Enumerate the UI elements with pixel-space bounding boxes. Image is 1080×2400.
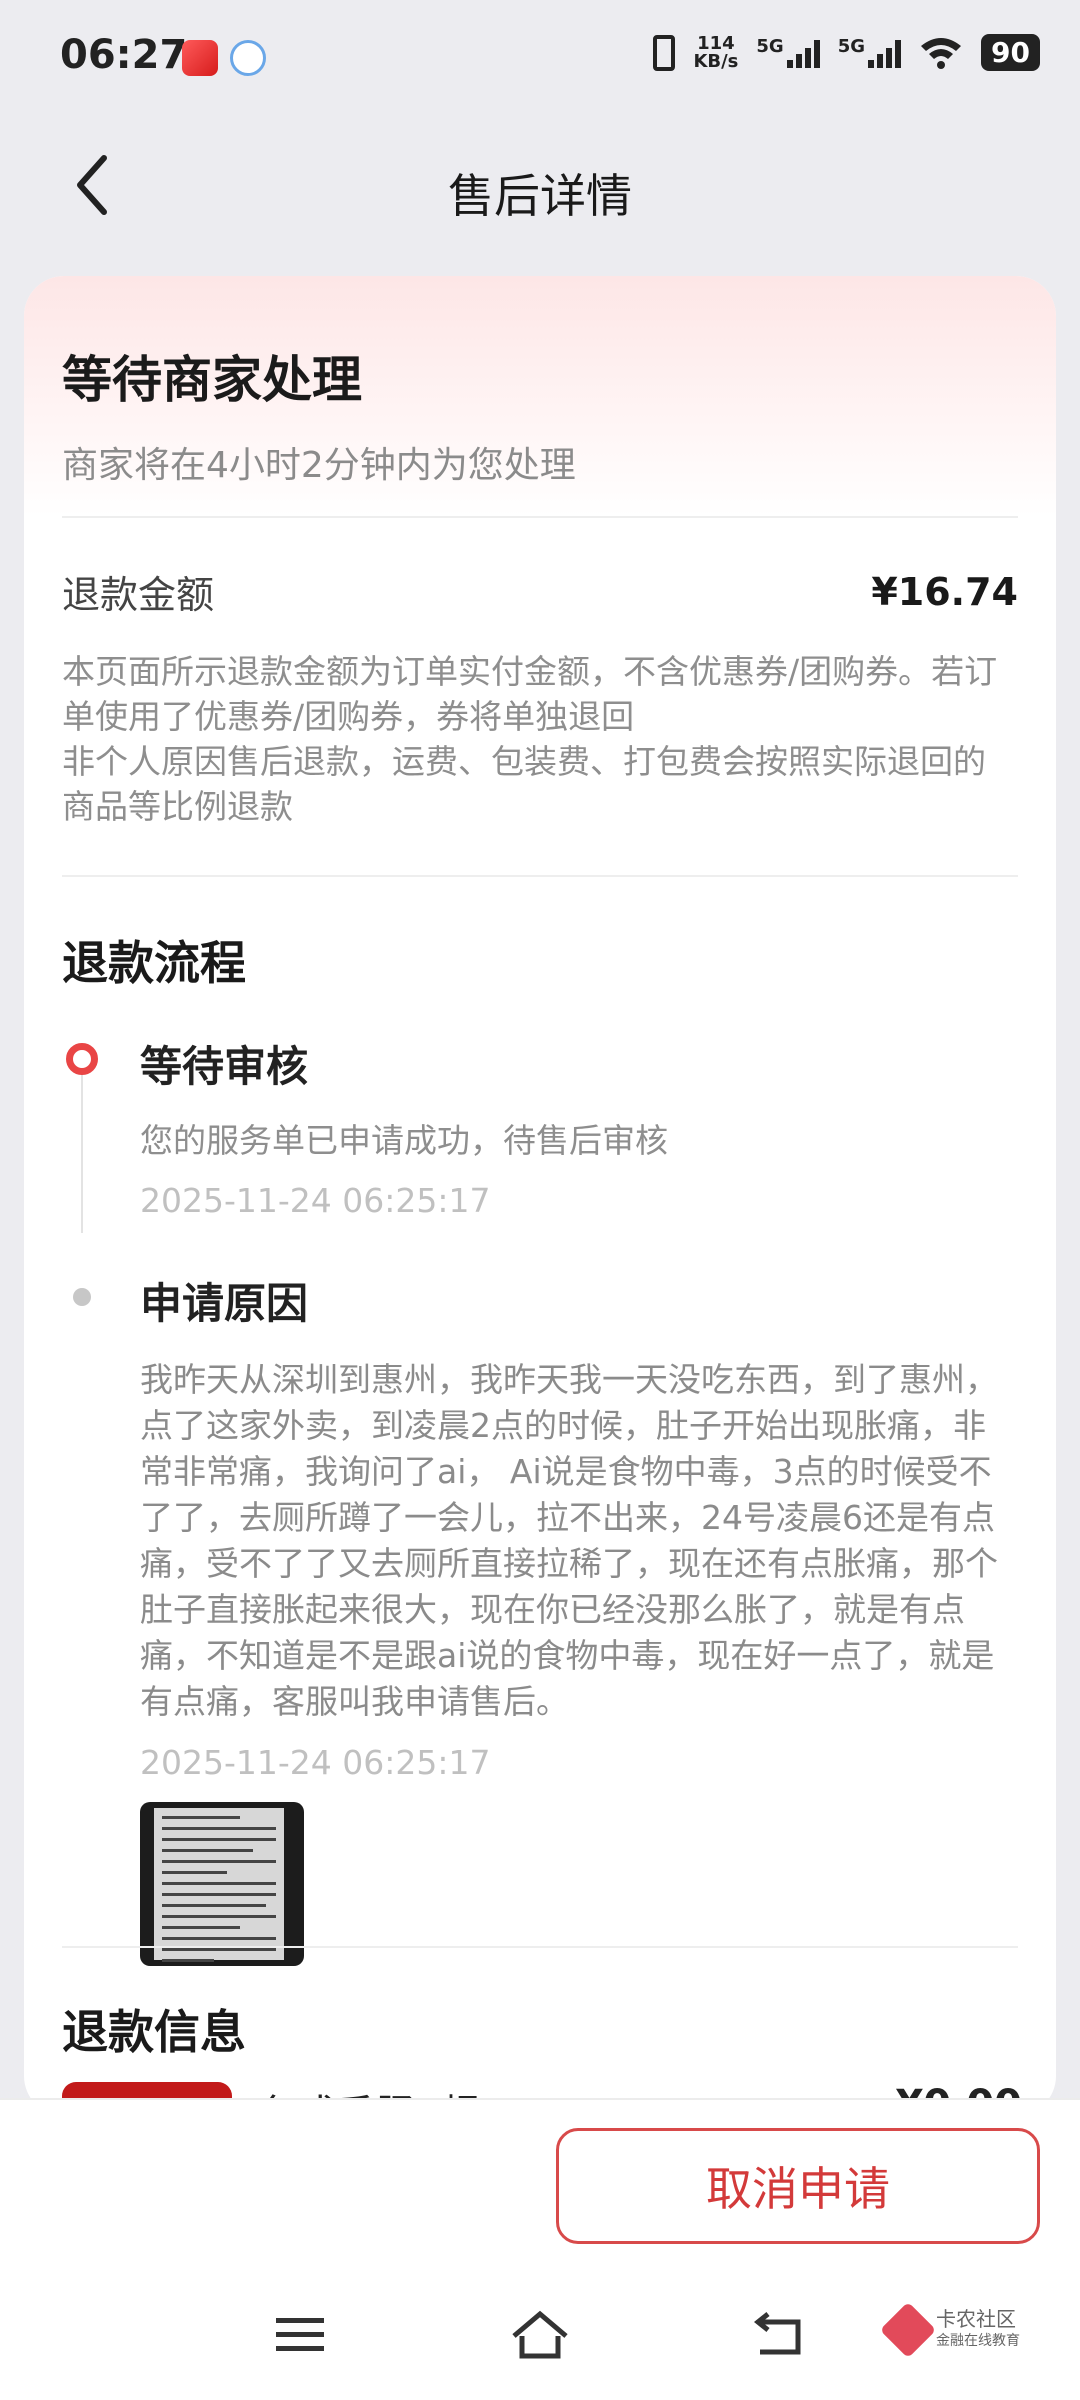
kanong-logo-icon	[879, 2301, 937, 2359]
divider	[62, 1946, 1018, 1948]
refund-info-title: 退款信息	[62, 2005, 246, 2059]
clock: 06:27	[60, 32, 188, 78]
watermark: 卡农社区 金融在线教育	[879, 2301, 1020, 2359]
status-header: 等待商家处理 商家将在4小时2分钟内为您处理	[24, 276, 1056, 516]
reason-text: 我昨天从深圳到惠州，我昨天我一天没吃东西，到了惠州，点了这家外卖，到凌晨2点的时…	[140, 1360, 998, 1721]
vibrate-icon	[653, 34, 676, 71]
page-title: 售后详情	[448, 169, 632, 223]
timeline-step: 申请原因 我昨天从深圳到惠州，我昨天我一天没吃东西，到了惠州，点了这家外卖，到凌…	[62, 1270, 1018, 1966]
sim1-signal-icon: 5G	[756, 37, 820, 68]
status-icons: 114 KB/s 5G 5G 90	[653, 34, 1040, 71]
nav-header: 售后详情	[0, 120, 1080, 250]
app-notification-icon	[182, 40, 218, 76]
cancel-request-button[interactable]: 取消申请	[556, 2128, 1040, 2244]
active-step-dot-icon	[66, 1043, 98, 1075]
wifi-icon	[921, 37, 962, 69]
status-subtitle: 商家将在4小时2分钟内为您处理	[62, 445, 576, 486]
evidence-image[interactable]	[140, 1802, 304, 1966]
back-icon[interactable]	[750, 2310, 810, 2360]
status-bar: 06:27 114 KB/s 5G 5G 90	[0, 0, 1080, 120]
watermark-line1: 卡农社区	[936, 2307, 1016, 2331]
refund-note: 非个人原因售后退款，运费、包装费、打包费会按照实际退回的商品等比例退款	[62, 742, 986, 826]
refund-amount-row: 退款金额 ¥16.74	[24, 518, 1056, 619]
step-dot-icon	[73, 1288, 91, 1306]
refund-amount: ¥16.74	[871, 569, 1018, 614]
status-title: 等待商家处理	[62, 351, 362, 409]
after-sale-card: 等待商家处理 商家将在4小时2分钟内为您处理 退款金额 ¥16.74 本页面所示…	[24, 276, 1056, 2116]
sim2-signal-icon: 5G	[838, 37, 902, 68]
refund-notes: 本页面所示退款金额为订单实付金额，不含优惠券/团购券。若订单使用了优惠券/团购券…	[24, 619, 1056, 829]
step-time: 2025-11-24 06:25:17	[140, 1181, 491, 1220]
system-nav-bar: 卡农社区 金融在线教育	[0, 2270, 1080, 2400]
menu-icon[interactable]	[270, 2310, 330, 2360]
process-title: 退款流程	[62, 936, 246, 990]
bottom-action-bar: 取消申请	[0, 2098, 1080, 2270]
refund-timeline: 等待审核 您的服务单已申请成功，待售后审核 2025-11-24 06:25:1…	[62, 1033, 1018, 1966]
battery-indicator: 90	[981, 34, 1040, 71]
step-title: 等待审核	[140, 1042, 309, 1091]
network-speed: 114 KB/s	[693, 32, 739, 72]
watermark-line2: 金融在线教育	[936, 2333, 1020, 2349]
ifly-notification-icon	[230, 40, 266, 76]
refund-label: 退款金额	[62, 573, 215, 617]
step-title: 申请原因	[140, 1279, 309, 1328]
refund-note: 本页面所示退款金额为订单实付金额，不含优惠券/团购券。若订单使用了优惠券/团购券…	[62, 652, 998, 736]
timeline-step: 等待审核 您的服务单已申请成功，待售后审核 2025-11-24 06:25:1…	[62, 1033, 1018, 1220]
step-time: 2025-11-24 06:25:17	[140, 1743, 491, 1782]
home-icon[interactable]	[510, 2310, 570, 2360]
step-description: 您的服务单已申请成功，待售后审核	[140, 1121, 668, 1160]
